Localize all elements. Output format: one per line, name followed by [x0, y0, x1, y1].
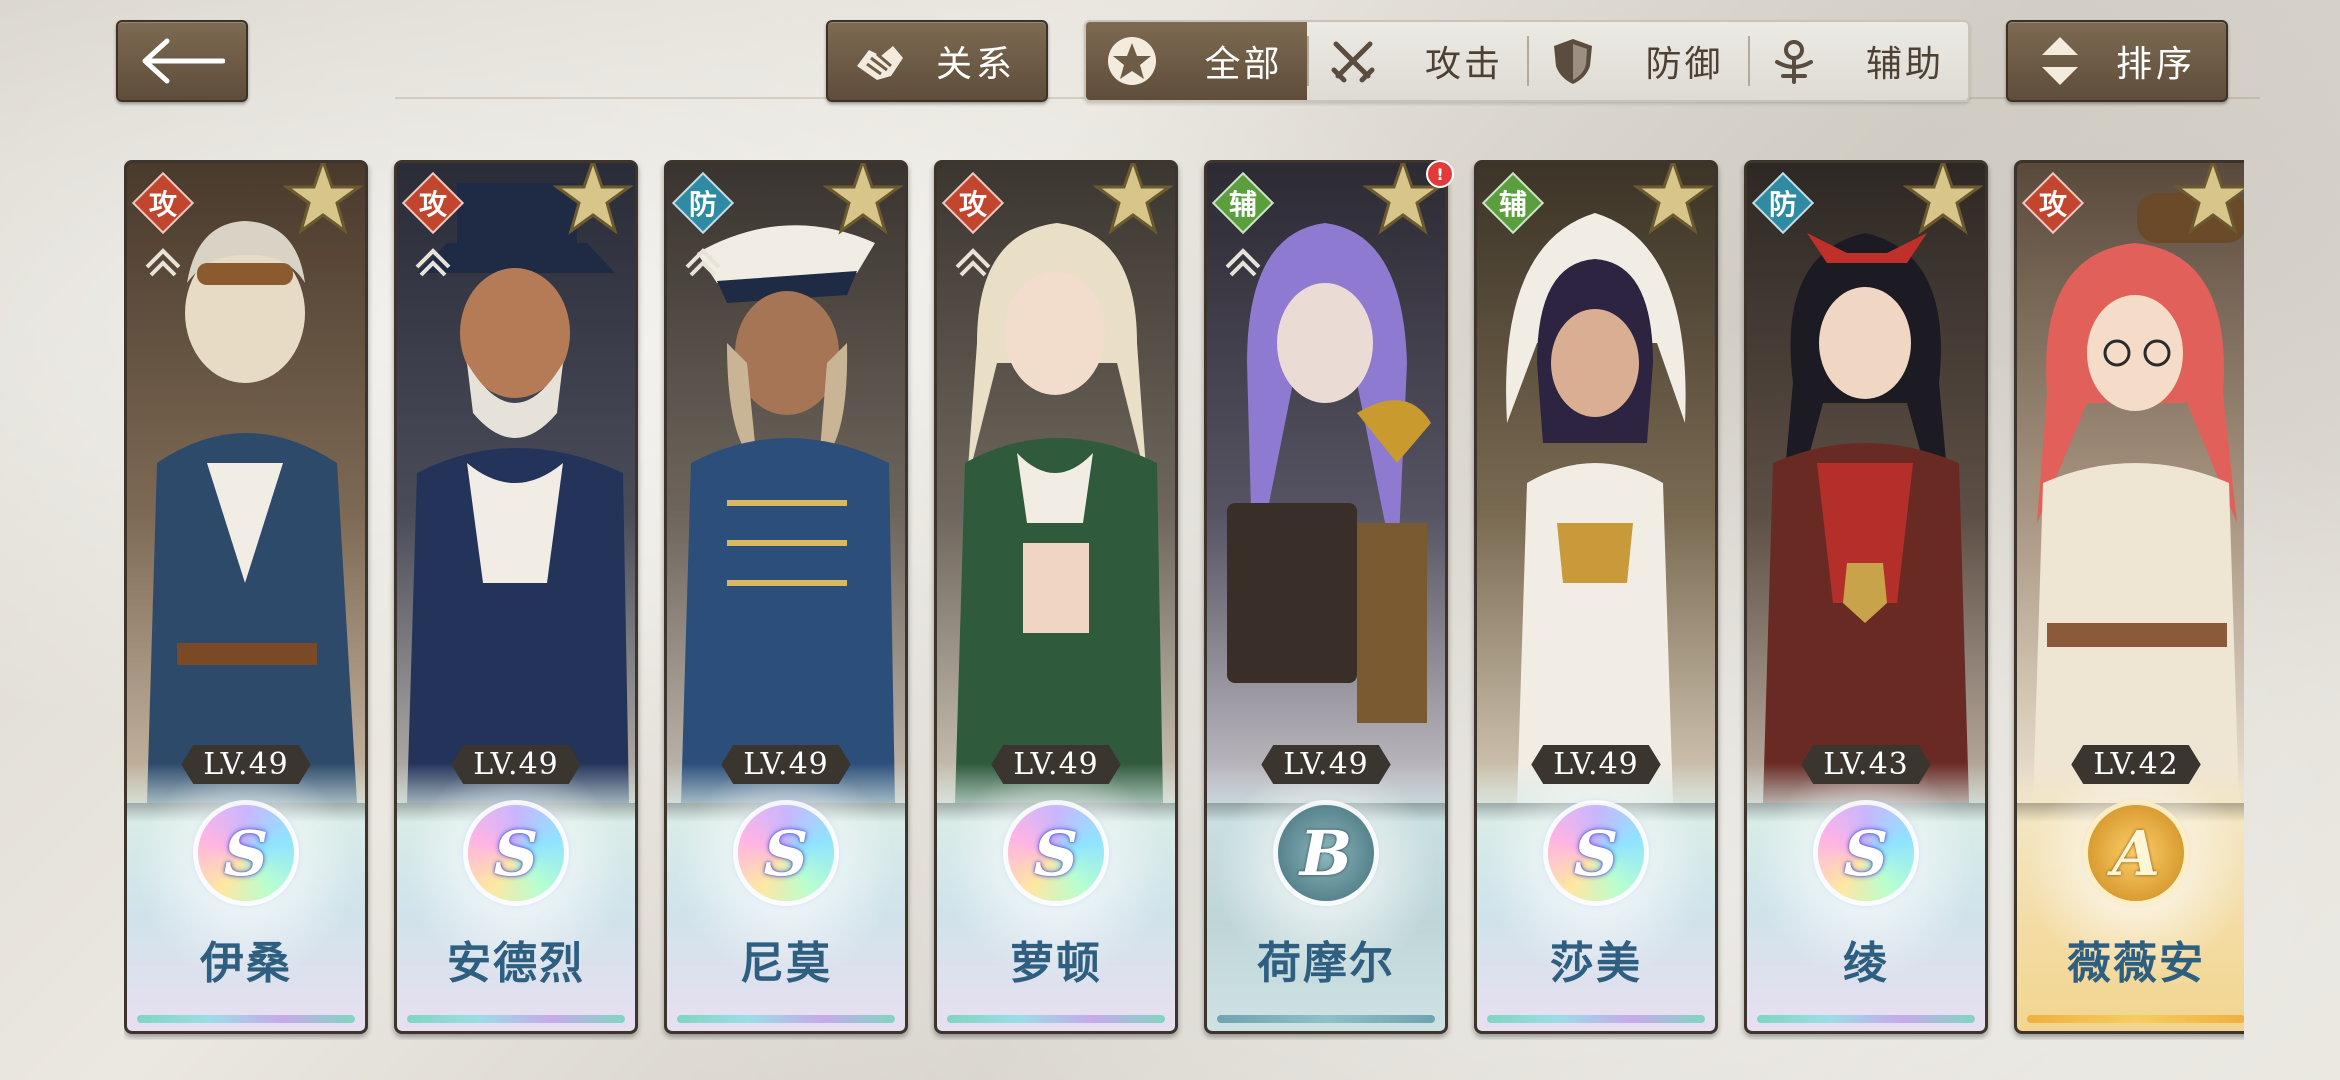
- role-badge: 攻: [401, 171, 465, 235]
- role-badge: 攻: [941, 171, 1005, 235]
- star-icon: [2173, 163, 2244, 235]
- level-badge: LV.42: [2071, 745, 2201, 784]
- support-emblem-icon: [1766, 33, 1822, 89]
- rank-emblem: B: [1278, 805, 1374, 901]
- star-icon: [823, 163, 903, 235]
- role-filter-tabs: 全部 攻击 防御 辅助: [1084, 20, 1970, 102]
- rarity-bar: [2027, 1015, 2244, 1023]
- character-portrait: [1747, 163, 1985, 803]
- rarity-bar: [137, 1015, 355, 1023]
- level-badge: LV.49: [721, 745, 851, 784]
- character-name: 薇薇安: [2067, 938, 2205, 989]
- class-emblem-icon: [1225, 248, 1261, 277]
- rarity-bar: [677, 1015, 895, 1023]
- rank-emblem: S: [468, 805, 564, 901]
- tab-defense-label: 防御: [1645, 44, 1724, 85]
- level-badge: LV.49: [1261, 745, 1391, 784]
- handshake-icon: [850, 31, 910, 91]
- rarity-bar: [1217, 1015, 1435, 1023]
- tab-support-label: 辅助: [1865, 44, 1944, 85]
- tab-attack-label: 攻击: [1424, 44, 1503, 85]
- star-icon: [1633, 163, 1713, 235]
- level-badge: LV.43: [1801, 745, 1931, 784]
- character-card-8[interactable]: 攻 LV.42 A 薇薇安: [2014, 160, 2244, 1034]
- character-name: 伊桑: [200, 938, 292, 989]
- relation-button[interactable]: 关系: [826, 20, 1048, 102]
- character-card-4[interactable]: 攻 LV.49 S 萝顿: [934, 160, 1178, 1034]
- character-name: 尼莫: [740, 938, 832, 989]
- arrow-left-icon: [142, 38, 225, 84]
- rank-emblem: S: [198, 805, 294, 901]
- shield-icon: [1545, 33, 1601, 89]
- star-icon: [283, 163, 363, 235]
- role-badge: 防: [671, 171, 735, 235]
- character-name: 安德烈: [447, 938, 585, 989]
- relation-label: 关系: [936, 44, 1017, 85]
- star-icon: [1093, 163, 1173, 235]
- rarity-bar: [1757, 1015, 1975, 1023]
- character-portrait: [1477, 163, 1715, 803]
- character-name: 萝顿: [1010, 938, 1102, 989]
- class-emblem-icon: [685, 248, 721, 277]
- character-card-6[interactable]: 辅 LV.49 S 莎美: [1474, 160, 1718, 1034]
- character-card-1[interactable]: 攻 LV.49 S 伊桑: [124, 160, 368, 1034]
- character-portrait: [2017, 163, 2244, 803]
- rank-emblem: A: [2088, 805, 2184, 901]
- back-button[interactable]: [116, 20, 248, 102]
- rarity-bar: [407, 1015, 625, 1023]
- character-roster: 攻 LV.49 S 伊桑 攻 LV.49 S 安德烈 防 LV.49 S 尼莫 …: [124, 160, 2244, 1040]
- crossed-swords-icon: [1325, 33, 1381, 89]
- notification-badge: !: [1426, 160, 1454, 188]
- rank-emblem: S: [738, 805, 834, 901]
- rank-emblem: S: [1548, 805, 1644, 901]
- tab-all-label: 全部: [1204, 44, 1283, 85]
- character-card-7[interactable]: 防 LV.43 S 绫: [1744, 160, 1988, 1034]
- rarity-bar: [1487, 1015, 1705, 1023]
- level-badge: LV.49: [1531, 745, 1661, 784]
- role-badge: 辅: [1211, 171, 1275, 235]
- tab-defense[interactable]: 防御: [1527, 22, 1748, 100]
- character-name: 荷摩尔: [1257, 938, 1395, 989]
- sort-button[interactable]: 排序: [2006, 20, 2228, 102]
- role-badge: 辅: [1481, 171, 1545, 235]
- role-badge: 防: [1751, 171, 1815, 235]
- class-emblem-icon: [955, 248, 991, 277]
- sort-arrows-icon: [2030, 31, 2090, 91]
- tab-support[interactable]: 辅助: [1747, 22, 1969, 100]
- level-badge: LV.49: [451, 745, 581, 784]
- character-name: 莎美: [1550, 938, 1642, 989]
- class-emblem-icon: [145, 248, 181, 277]
- tab-attack[interactable]: 攻击: [1306, 22, 1528, 100]
- rank-emblem: S: [1008, 805, 1104, 901]
- character-name: 绫: [1843, 938, 1889, 989]
- role-badge: 攻: [2021, 171, 2085, 235]
- tab-all[interactable]: 全部: [1086, 22, 1307, 100]
- rarity-bar: [947, 1015, 1165, 1023]
- sort-label: 排序: [2116, 44, 2197, 85]
- role-badge: 攻: [131, 171, 195, 235]
- star-emblem-icon: [1104, 33, 1160, 89]
- class-emblem-icon: [415, 248, 451, 277]
- rank-emblem: S: [1818, 805, 1914, 901]
- level-badge: LV.49: [991, 745, 1121, 784]
- character-card-3[interactable]: 防 LV.49 S 尼莫: [664, 160, 908, 1034]
- character-card-2[interactable]: 攻 LV.49 S 安德烈: [394, 160, 638, 1034]
- star-icon: [553, 163, 633, 235]
- level-badge: LV.49: [181, 745, 311, 784]
- star-icon: [1903, 163, 1983, 235]
- character-card-5[interactable]: 辅 LV.49 B 荷摩尔: [1204, 160, 1448, 1034]
